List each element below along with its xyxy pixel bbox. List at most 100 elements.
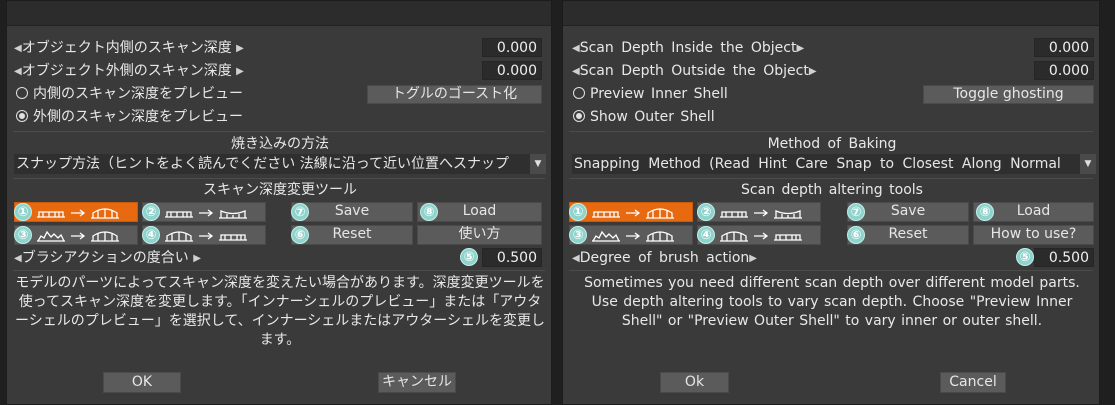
arrow-right-icon[interactable]: ▶	[796, 40, 804, 58]
dialog-english: ◀Scan Depth Inside the Object▶ 0.000 ◀Sc…	[562, 0, 1100, 405]
tool-smooth-button[interactable]: ③	[14, 225, 138, 245]
how-to-use-button[interactable]: 使い方	[417, 225, 542, 245]
brush-degree-label: Degree of brush action	[579, 250, 750, 266]
brush-degree-row[interactable]: ◀Degree of brush action▶	[572, 249, 757, 268]
scan-outside-row[interactable]: ◀オブジェクト外側のスキャン深度 ▶	[14, 62, 244, 81]
preview-inner-label: 内側のスキャン深度をプレビュー	[33, 86, 243, 102]
badge-1: ①	[14, 203, 32, 221]
snapping-method-dropdown[interactable]: Snapping Method (Read Hint Care Snap to …	[572, 154, 1096, 174]
scan-inside-input[interactable]: 0.000	[482, 38, 542, 57]
badge-2: ②	[697, 203, 715, 221]
arrow-left-icon[interactable]: ◀	[14, 40, 22, 58]
toggle-ghosting-button[interactable]: トグルのゴースト化	[367, 85, 542, 104]
arrow-left-icon[interactable]: ◀	[14, 250, 22, 268]
scan-outside-label: Scan Depth Outside the Object	[579, 63, 809, 79]
badge-2: ②	[142, 203, 160, 221]
badge-4: ④	[142, 226, 160, 244]
divider	[569, 131, 1093, 132]
ok-button[interactable]: OK	[103, 372, 181, 393]
divider	[13, 178, 545, 179]
scan-outside-input[interactable]: 0.000	[1034, 61, 1094, 80]
preview-inner-radio[interactable]: 内側のスキャン深度をプレビュー	[16, 85, 243, 103]
baking-heading: Method of Baking	[767, 136, 897, 152]
tools-heading: スキャン深度変更ツール	[203, 182, 357, 198]
snapping-method-value: スナップ方法（ヒントをよく読んでください 法線に沿って近い位置へスナップ	[16, 156, 510, 172]
divider	[13, 270, 545, 271]
badge-5: ⑤	[460, 248, 478, 266]
badge-8: ⑧	[976, 203, 994, 221]
arrow-left-icon[interactable]: ◀	[572, 40, 580, 58]
arrow-left-icon[interactable]: ◀	[14, 63, 22, 81]
snapping-method-dropdown[interactable]: スナップ方法（ヒントをよく読んでください 法線に沿って近い位置へスナップ ▼	[14, 154, 546, 174]
arrow-right-icon[interactable]: ▶	[236, 40, 244, 58]
divider	[13, 131, 545, 132]
preview-outer-radio[interactable]: 外側のスキャン深度をプレビュー	[16, 108, 243, 126]
rough-to-arch-icon	[592, 230, 674, 242]
scan-inside-row[interactable]: ◀Scan Depth Inside the Object▶	[572, 39, 804, 58]
flat-to-dip-icon	[165, 209, 247, 219]
preview-outer-label: Show Outer Shell	[590, 109, 715, 125]
badge-6: ⑥	[291, 226, 309, 244]
save-label: Save	[890, 203, 926, 219]
scan-outside-label: オブジェクト外側のスキャン深度	[21, 63, 232, 79]
save-button[interactable]: ⑦ Save	[847, 202, 969, 222]
save-label: Save	[334, 203, 370, 219]
chevron-down-icon[interactable]: ▼	[530, 154, 546, 174]
arrow-left-icon[interactable]: ◀	[572, 250, 580, 268]
radio-selected-icon[interactable]	[573, 110, 585, 122]
brush-degree-row[interactable]: ◀ブラシアクションの度合い ▶	[14, 249, 201, 268]
load-button[interactable]: ⑧ Load	[973, 202, 1094, 222]
dialog-japanese: ◀オブジェクト内側のスキャン深度 ▶ 0.000 ◀オブジェクト外側のスキャン深…	[6, 0, 552, 405]
scan-inside-label: Scan Depth Inside the Object	[579, 40, 797, 56]
arrow-right-icon[interactable]: ▶	[193, 250, 201, 268]
tool-lower-button[interactable]: ②	[697, 202, 821, 222]
brush-degree-input[interactable]: 0.500	[482, 248, 542, 267]
arrow-right-icon[interactable]: ▶	[236, 63, 244, 81]
arch-to-flat-icon	[165, 231, 247, 242]
scan-outside-input[interactable]: 0.000	[482, 61, 542, 80]
snapping-method-value: Snapping Method (Read Hint Care Snap to …	[574, 156, 1061, 172]
radio-selected-icon[interactable]	[16, 110, 28, 122]
scan-inside-input[interactable]: 0.000	[1034, 38, 1094, 57]
how-to-use-button[interactable]: How to use?	[973, 225, 1094, 245]
arrow-left-icon[interactable]: ◀	[572, 63, 580, 81]
toggle-ghosting-button[interactable]: Toggle ghosting	[923, 85, 1094, 104]
load-button[interactable]: ⑧ Load	[417, 202, 542, 222]
badge-6: ⑥	[847, 226, 865, 244]
radio-icon[interactable]	[573, 87, 585, 99]
preview-inner-radio[interactable]: Preview Inner Shell	[573, 85, 728, 103]
chevron-down-icon[interactable]: ▼	[1080, 154, 1096, 174]
cancel-button[interactable]: Cancel	[940, 372, 1006, 393]
brush-degree-input[interactable]: 0.500	[1034, 248, 1094, 267]
tool-lower-button[interactable]: ②	[142, 202, 266, 222]
reset-label: Reset	[888, 226, 928, 242]
arrow-right-icon[interactable]: ▶	[809, 63, 817, 81]
scan-inside-row[interactable]: ◀オブジェクト内側のスキャン深度 ▶	[14, 39, 244, 58]
save-button[interactable]: ⑦ Save	[291, 202, 413, 222]
brush-degree-label: ブラシアクションの度合い	[21, 250, 189, 266]
scan-inside-label: オブジェクト内側のスキャン深度	[21, 40, 232, 56]
badge-7: ⑦	[847, 203, 865, 221]
tool-raise-button[interactable]: ①	[14, 202, 138, 222]
rough-to-arch-icon	[37, 230, 119, 242]
tool-smooth-button[interactable]: ③	[569, 225, 693, 245]
scan-outside-row[interactable]: ◀Scan Depth Outside the Object▶	[572, 62, 817, 81]
radio-icon[interactable]	[16, 87, 28, 99]
load-label: Load	[462, 203, 497, 219]
cancel-button[interactable]: キャンセル	[378, 372, 456, 393]
preview-outer-radio[interactable]: Show Outer Shell	[573, 108, 715, 126]
tool-raise-button[interactable]: ①	[569, 202, 693, 222]
arch-to-flat-icon	[720, 231, 802, 242]
preview-outer-label: 外側のスキャン深度をプレビュー	[33, 109, 243, 125]
divider	[569, 270, 1093, 271]
help-description: モデルのパーツによってスキャン深度を変えたい場合があります。深度変更ツールを使っ…	[14, 275, 546, 348]
ok-button[interactable]: Ok	[660, 372, 729, 393]
help-description: Sometimes you need different scan depth …	[584, 275, 1080, 329]
tool-flatten-button[interactable]: ④	[142, 225, 266, 245]
flat-to-dip-icon	[720, 209, 802, 219]
divider	[569, 178, 1093, 179]
arrow-right-icon[interactable]: ▶	[749, 250, 757, 268]
reset-button[interactable]: ⑥ Reset	[291, 225, 413, 245]
tool-flatten-button[interactable]: ④	[697, 225, 821, 245]
reset-button[interactable]: ⑥ Reset	[847, 225, 969, 245]
